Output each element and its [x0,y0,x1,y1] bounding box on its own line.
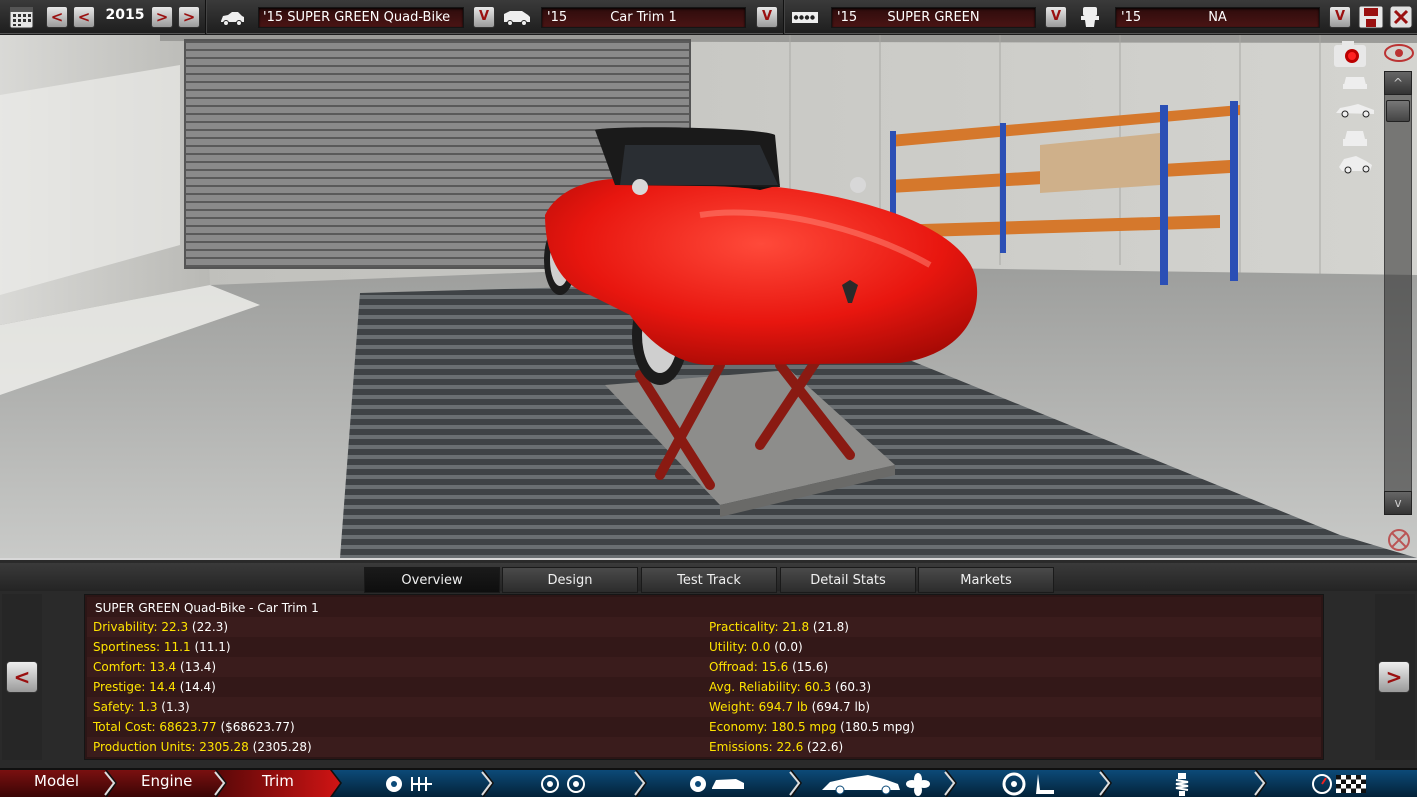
table-row [87,657,1321,677]
table-row [87,617,1321,637]
engine-icon [790,6,818,28]
nav-body-panels[interactable] [688,774,748,797]
stats-title: SUPER GREEN Quad-Bike - Car Trim 1 [95,601,319,615]
engine-name: SUPER GREEN [887,10,980,25]
stat-safety: Safety: 1.3 (1.3) [93,700,190,714]
year-display: 2015 [105,7,145,23]
reset-view-icon[interactable] [1384,527,1414,557]
tab-overview[interactable]: Overview [364,567,500,593]
stat-comfort: Comfort: 13.4 (13.4) [93,660,217,674]
zoom-out-button[interactable]: v [1384,491,1412,515]
nav-aero-cooling[interactable] [820,772,936,797]
camera-icon[interactable] [1332,39,1378,73]
trim-dropdown-button[interactable]: V [756,6,778,28]
nav-interior[interactable] [1002,772,1058,797]
fuel-select[interactable]: '15 NA [1115,7,1320,28]
top-toolbar: < < 2015 > > '15 SUPER GREEN Quad-Bike V… [0,0,1417,34]
year-back-button[interactable]: < [73,6,95,28]
stat-utility: Utility: 0.0 (0.0) [709,640,803,654]
tab-detail-stats[interactable]: Detail Stats [780,567,916,593]
info-panel: Overview Design Test Track Detail Stats … [0,558,1417,768]
nav-chassis-gearbox[interactable] [384,774,440,797]
stat-avg-reliability: Avg. Reliability: 60.3 (60.3) [709,680,872,694]
car-model-icon [218,6,246,28]
fuel-name: NA [1208,10,1227,25]
zoom-scroll-thumb[interactable] [1386,100,1410,122]
delete-icon[interactable] [1389,5,1413,29]
visibility-eye-icon[interactable] [1383,43,1415,67]
stats-title-row: SUPER GREEN Quad-Bike - Car Trim 1 [87,597,1321,617]
stat-weight: Weight: 694.7 lb (694.7 lb) [709,700,871,714]
zoom-scrollbar[interactable] [1384,71,1412,515]
tab-design[interactable]: Design [502,567,638,593]
stat-practicality: Practicality: 21.8 (21.8) [709,620,849,634]
overview-stats-table: SUPER GREEN Quad-Bike - Car Trim 1 Driva… [84,594,1324,760]
bottom-navigation: Model Engine Trim [0,768,1417,797]
zoom-in-button[interactable]: ^ [1384,71,1412,95]
year-forward-far-button[interactable]: > [178,6,200,28]
fuel-dropdown-button[interactable]: V [1329,6,1351,28]
save-icon[interactable] [1358,5,1384,29]
nav-suspension[interactable] [1170,772,1194,797]
next-trim-button[interactable]: > [1378,661,1410,693]
trim-name: Car Trim 1 [610,10,677,25]
stat-sportiness: Sportiness: 11.1 (11.1) [93,640,231,654]
engine-dropdown-button[interactable]: V [1045,6,1067,28]
stat-emissions: Emissions: 22.6 (22.6) [709,740,844,754]
stat-drivability: Drivability: 22.3 (22.3) [93,620,229,634]
stat-production-units: Production Units: 2305.28 (2305.28) [93,740,312,754]
year-back-far-button[interactable]: < [46,6,68,28]
table-row [87,697,1321,717]
view-side-icon[interactable] [1334,101,1376,123]
model-name: '15 SUPER GREEN Quad-Bike [263,10,451,25]
divider [205,0,207,34]
stat-offroad: Offroad: 15.6 (15.6) [709,660,829,674]
calendar-icon[interactable] [8,4,36,30]
trim-select[interactable]: '15 Car Trim 1 [541,7,746,28]
stat-total-cost: Total Cost: 68623.77 ($68623.77) [93,720,295,734]
year-forward-button[interactable]: > [151,6,173,28]
nav-testing-finish[interactable] [1310,772,1370,797]
car-trim-icon [502,6,530,28]
table-row [87,677,1321,697]
view-front-icon[interactable] [1340,71,1370,95]
stat-economy: Economy: 180.5 mpg (180.5 mpg) [709,720,915,734]
view-rear-icon[interactable] [1340,127,1370,153]
car-3d-viewport[interactable]: ^ v [0,35,1417,558]
tab-test-track[interactable]: Test Track [641,567,777,593]
nav-wheels[interactable] [540,774,590,797]
nav-model[interactable]: Model [34,772,79,790]
model-select[interactable]: '15 SUPER GREEN Quad-Bike [258,7,464,28]
table-row [87,637,1321,657]
engine-select[interactable]: '15 SUPER GREEN [831,7,1036,28]
previous-trim-button[interactable]: < [6,661,38,693]
piston-icon [1076,6,1104,28]
nav-trim[interactable]: Trim [262,772,294,790]
tab-bar: Overview Design Test Track Detail Stats … [0,563,1417,593]
view-perspective-icon[interactable] [1336,153,1374,179]
model-dropdown-button[interactable]: V [473,6,495,28]
nav-engine[interactable]: Engine [141,772,192,790]
tab-markets[interactable]: Markets [918,567,1054,593]
divider [783,0,785,34]
stat-prestige: Prestige: 14.4 (14.4) [93,680,216,694]
garage-scene [0,35,1417,558]
